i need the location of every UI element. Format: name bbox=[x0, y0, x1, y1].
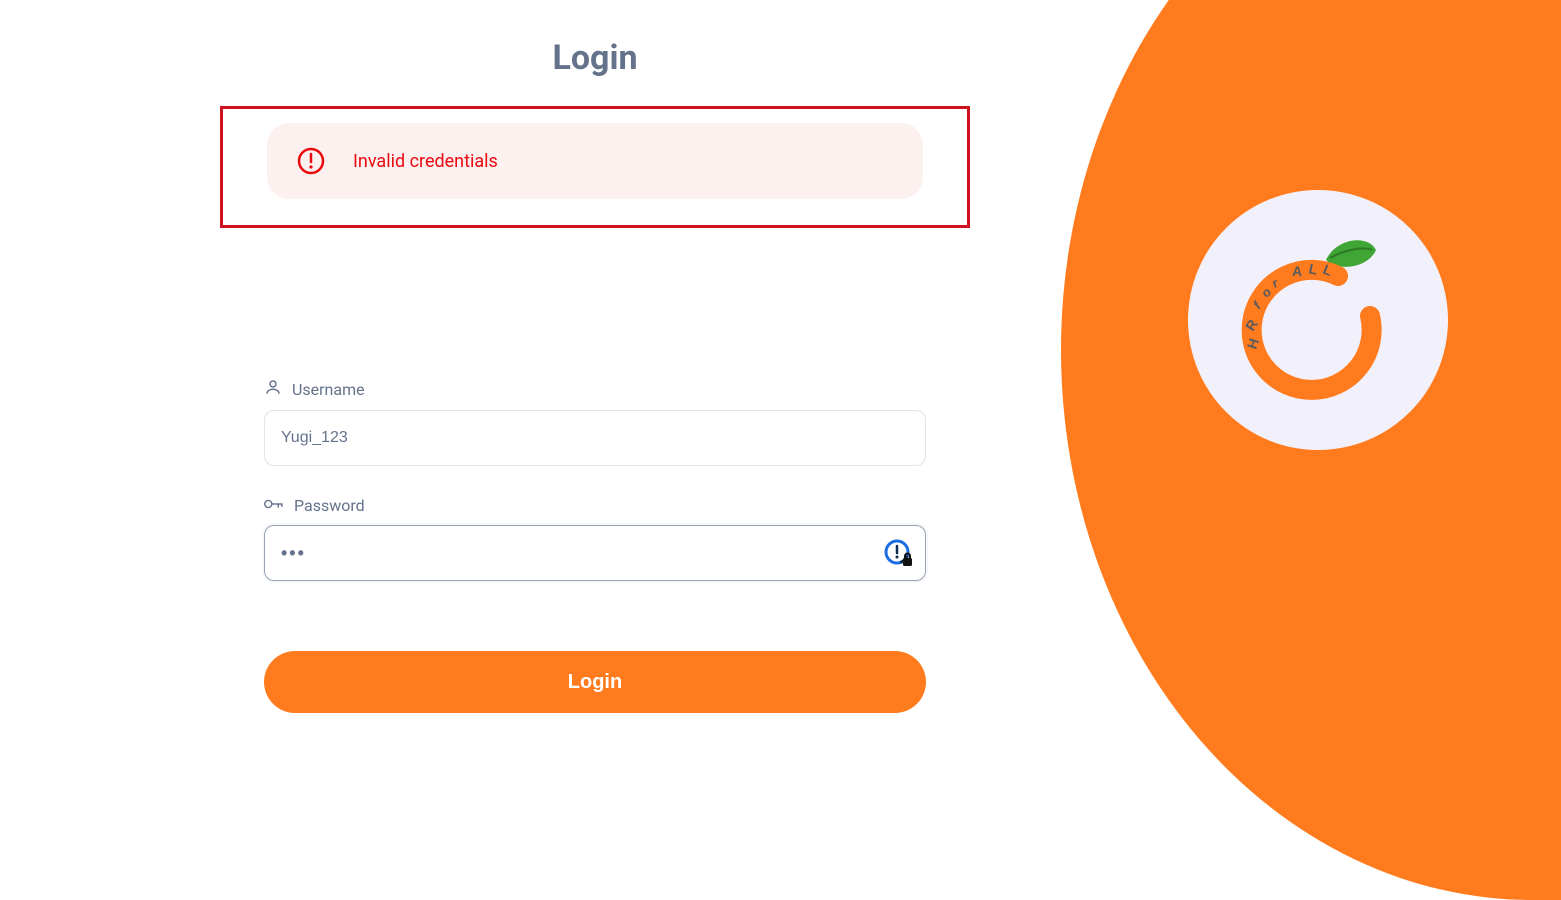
login-form: Username Password bbox=[220, 378, 970, 713]
username-label-row: Username bbox=[264, 378, 926, 400]
user-icon bbox=[264, 378, 282, 400]
password-input[interactable] bbox=[264, 525, 926, 581]
error-highlight-box: Invalid credentials bbox=[220, 106, 970, 228]
error-alert: Invalid credentials bbox=[267, 123, 923, 199]
password-manager-icon[interactable] bbox=[882, 537, 914, 569]
error-message: Invalid credentials bbox=[353, 151, 498, 172]
brand-logo-circle: H R f o r A L L bbox=[1188, 190, 1448, 450]
decorative-orange-background bbox=[1061, 0, 1561, 900]
page-title: Login bbox=[220, 38, 970, 78]
login-button[interactable]: Login bbox=[264, 651, 926, 713]
password-label: Password bbox=[294, 496, 365, 515]
password-label-row: Password bbox=[264, 496, 926, 515]
username-label: Username bbox=[292, 380, 365, 399]
key-icon bbox=[264, 496, 284, 515]
svg-text:A: A bbox=[1292, 263, 1303, 279]
warning-icon bbox=[295, 145, 327, 177]
brand-logo: H R f o r A L L bbox=[1218, 220, 1418, 420]
username-input[interactable] bbox=[264, 410, 926, 466]
login-panel: Login Invalid credentials Username bbox=[220, 38, 970, 713]
